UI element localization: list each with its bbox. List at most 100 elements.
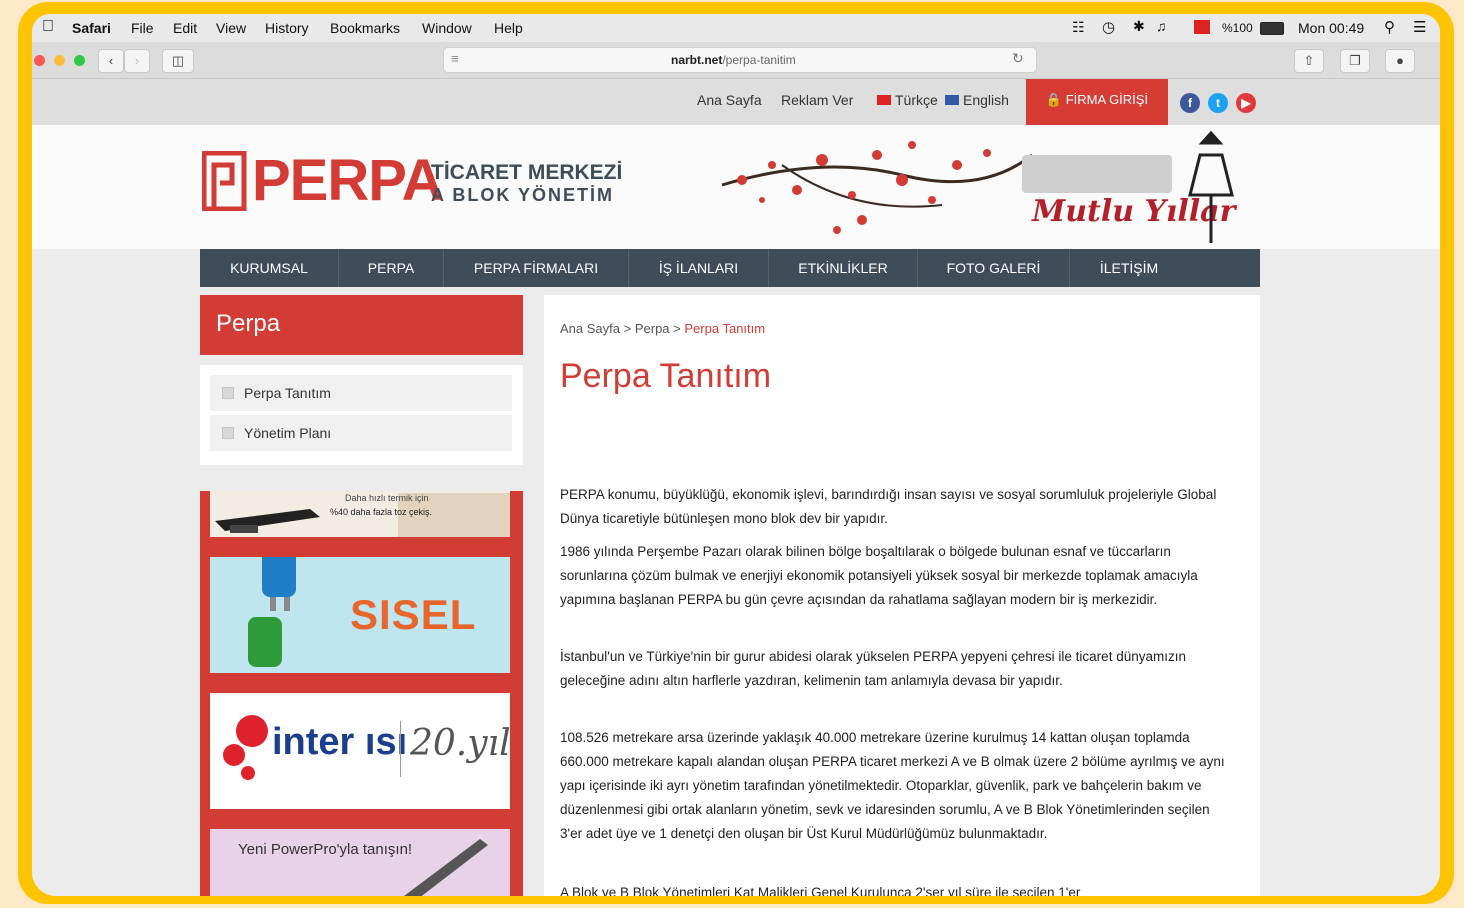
turkish-flag-icon [877, 95, 891, 105]
minimize-window-button[interactable] [54, 55, 65, 66]
tabs-icon: ❐ [1349, 53, 1361, 68]
web-page: Ana Sayfa Reklam Ver Türkçe English 🔒 Fİ… [32, 79, 1440, 896]
logo-subtitle-2: A BLOK YÖNETİM [431, 185, 615, 205]
battery-icon[interactable] [1260, 22, 1284, 35]
share-icon: ⇧ [1303, 53, 1315, 68]
time-machine-icon[interactable]: ◷ [1102, 18, 1115, 36]
nav-kurumsal[interactable]: KURUMSAL [200, 249, 339, 287]
top-link-home[interactable]: Ana Sayfa [697, 92, 762, 108]
url-text: narbt.net/perpa-tanitim [671, 53, 796, 67]
main-content: Ana Sayfa > Perpa > Perpa Tanıtım Perpa … [544, 295, 1260, 896]
facebook-icon[interactable]: f [1180, 93, 1200, 113]
top-link-ads[interactable]: Reklam Ver [781, 92, 853, 108]
banner-greeting: Mutlu Yıllar [1031, 194, 1238, 229]
paragraph: 1986 yılında Perşembe Pazarı olarak bili… [560, 544, 1198, 607]
paragraph: İstanbul'un ve Türkiye'nin bir gurur abi… [560, 649, 1186, 688]
youtube-icon[interactable]: ▶ [1236, 93, 1256, 113]
close-window-button[interactable] [34, 55, 45, 66]
safari-toolbar: ‹ › ◫ ≡ narbt.net/perpa-tanitim ↻ ⇧ ❐ ● [32, 42, 1440, 79]
ad-powerpro-text: Yeni PowerPro'yla tanışın! [238, 841, 413, 858]
site-top-bar: Ana Sayfa Reklam Ver Türkçe English 🔒 Fİ… [32, 79, 1440, 125]
apple-icon[interactable]:  [42, 18, 54, 36]
nav-perpa-firmalari[interactable]: PERPA FİRMALARI [444, 249, 629, 287]
ad-sisel[interactable]: SISEL [210, 557, 510, 673]
ad-powerpro[interactable]: Yeni PowerPro'yla tanışın! [210, 829, 510, 896]
main-navigation: KURUMSAL PERPA PERPA FİRMALARI İŞ İLANLA… [200, 249, 1260, 287]
ad-vacuum-line2: %40 daha fazla toz çekiş. [330, 507, 433, 517]
paragraph: A Blok ve B Blok Yönetimleri Kat Malikle… [560, 885, 1081, 896]
menu-bookmarks[interactable]: Bookmarks [330, 20, 400, 36]
menubar-clock[interactable]: Mon 00:49 [1298, 20, 1364, 36]
sidebar-item-label: Perpa Tanıtım [244, 385, 331, 401]
back-button[interactable]: ‹ [98, 49, 124, 73]
breadcrumb-home[interactable]: Ana Sayfa [560, 321, 620, 336]
lang-turkish[interactable]: Türkçe [877, 92, 938, 108]
site-header: PERPA TİCARET MERKEZİ A BLOK YÖNETİM Mut… [32, 125, 1440, 249]
menu-history[interactable]: History [265, 20, 309, 36]
menu-edit[interactable]: Edit [173, 20, 197, 36]
logo-subtitle-1: TİCARET MERKEZİ [431, 161, 623, 184]
breadcrumb-separator: > [623, 321, 632, 336]
plug-icon [248, 557, 296, 667]
sidebar-heading: Perpa [200, 295, 523, 355]
sidebar-icon: ◫ [171, 53, 185, 68]
volume-icon[interactable]: ♫ [1156, 18, 1167, 34]
breadcrumb-separator: > [673, 321, 681, 336]
ad-sisel-brand: SISEL [350, 591, 477, 638]
sidebar-toggle-button[interactable]: ◫ [162, 49, 194, 73]
new-year-banner-image: Mutlu Yıllar [721, 130, 1238, 243]
breadcrumb-perpa[interactable]: Perpa [635, 321, 670, 336]
firma-login-button[interactable]: 🔒 FİRMA GİRİŞİ [1026, 79, 1168, 125]
notification-center-icon[interactable]: ☰ [1413, 18, 1426, 36]
tabs-overview-button[interactable]: ❐ [1340, 49, 1370, 73]
extension-icon: ● [1396, 53, 1404, 68]
sidebar-ads: Daha hızlı termik için %40 daha fazla to… [200, 491, 523, 896]
nav-foto-galeri[interactable]: FOTO GALERİ [918, 249, 1070, 287]
nav-perpa[interactable]: PERPA [339, 249, 444, 287]
address-bar[interactable]: ≡ narbt.net/perpa-tanitim ↻ [443, 47, 1037, 73]
sidebar-item-label: Yönetim Planı [244, 425, 332, 441]
ad-inter-isi-brand: inter ısı [272, 721, 408, 763]
macos-menubar:  Safari File Edit View History Bookmark… [32, 14, 1440, 42]
lang-english[interactable]: English [945, 92, 1009, 108]
breadcrumb: Ana Sayfa > Perpa > Perpa Tanıtım [560, 321, 765, 336]
uk-flag-icon [945, 95, 959, 105]
ad-inter-isi-year: 20.yıl [410, 723, 510, 764]
paragraph: PERPA konumu, büyüklüğü, ekonomik işlevi… [560, 487, 1217, 526]
ad-inter-isi[interactable]: inter ısı 20.yıl [210, 693, 510, 809]
ad-vacuum-line1: Daha hızlı termik için [345, 493, 429, 503]
bullet-icon [222, 387, 234, 399]
battery-percent: %100 [1222, 21, 1253, 35]
reload-icon[interactable]: ↻ [1012, 50, 1024, 67]
nav-is-ilanlari[interactable]: İŞ İLANLARI [629, 249, 769, 287]
nav-etkinlikler[interactable]: ETKİNLİKLER [769, 249, 918, 287]
sidebar-item-perpa-tanitim[interactable]: Perpa Tanıtım [210, 375, 512, 411]
menu-window[interactable]: Window [422, 20, 472, 36]
menu-help[interactable]: Help [494, 20, 523, 36]
lock-icon: 🔒 [1045, 92, 1063, 107]
twitter-icon[interactable]: t [1208, 93, 1228, 113]
menu-file[interactable]: File [131, 20, 154, 36]
zoom-window-button[interactable] [74, 55, 85, 66]
reader-icon[interactable]: ≡ [451, 51, 459, 66]
wifi-icon[interactable]: ☷ [1072, 19, 1085, 36]
spotlight-icon[interactable]: ⚲ [1384, 18, 1395, 36]
extension-button[interactable]: ● [1385, 49, 1415, 73]
menu-view[interactable]: View [216, 20, 246, 36]
paragraph: 108.526 metrekare arsa üzerinde yaklaşık… [560, 730, 1225, 841]
flag-icon[interactable] [1194, 20, 1210, 34]
forward-button[interactable]: › [124, 49, 150, 73]
vacuum-image [215, 509, 320, 533]
logo-text: PERPA [252, 148, 444, 213]
powerpro-vacuum-image [404, 839, 488, 896]
chevron-left-icon: ‹ [108, 53, 114, 68]
nav-iletisim[interactable]: İLETİŞİM [1070, 249, 1188, 287]
menu-app-name[interactable]: Safari [72, 20, 111, 36]
perpa-logo-mark-icon [202, 151, 247, 211]
share-button[interactable]: ⇧ [1294, 49, 1324, 73]
bluetooth-icon[interactable]: ✱ [1133, 18, 1145, 35]
ad-vacuum[interactable]: Daha hızlı termik için %40 daha fazla to… [210, 491, 510, 537]
inter-isi-logo-icon [223, 715, 268, 780]
sidebar-item-yonetim-plani[interactable]: Yönetim Planı [210, 415, 512, 451]
bullet-icon [222, 427, 234, 439]
